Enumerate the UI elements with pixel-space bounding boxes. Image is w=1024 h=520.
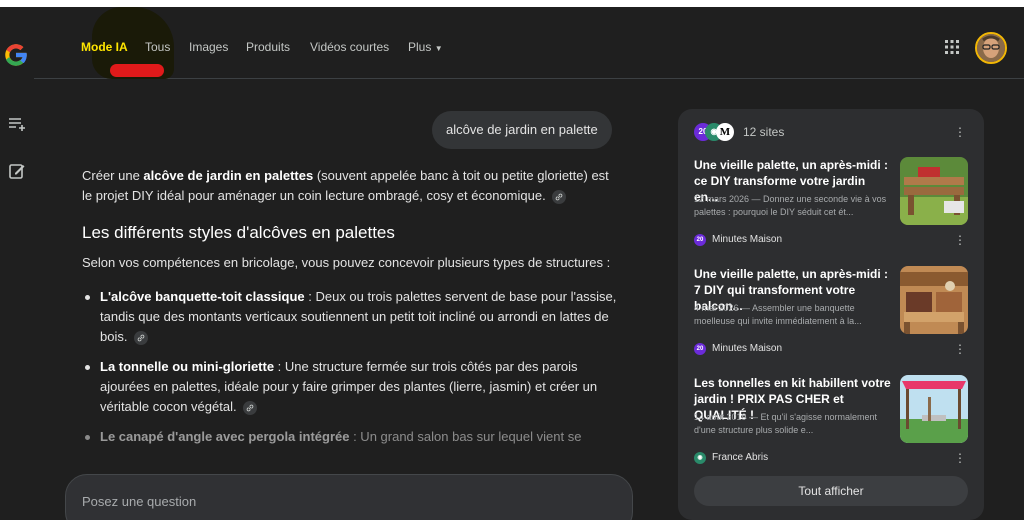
new-thread-icon[interactable]	[7, 114, 27, 134]
question-input[interactable]	[82, 489, 602, 513]
source-card[interactable]: Les tonnelles en kit habillent votre jar…	[694, 375, 970, 467]
highlight-underline	[110, 64, 164, 77]
card-snippet: 14 août 2019 — Et qu'il s'agisse normale…	[694, 412, 878, 435]
source-card[interactable]: Une vieille palette, un après-midi : 7 D…	[694, 266, 970, 358]
avatar-face-icon	[977, 34, 1005, 62]
sources-more-icon[interactable]: ⋮	[954, 125, 966, 139]
intro-text-1: Créer une	[82, 168, 144, 183]
sources-panel: 20 ◉ M 12 sites ⋮ Une vieille palette, u…	[678, 109, 984, 520]
card-more-icon[interactable]: ⋮	[954, 342, 966, 356]
ask-box	[65, 474, 633, 520]
caret-down-icon: ▼	[434, 44, 443, 53]
answer-heading: Les différents styles d'alcôves en palet…	[82, 223, 395, 242]
edit-icon[interactable]	[7, 161, 27, 181]
user-query-bubble: alcôve de jardin en palette	[432, 111, 612, 149]
card-snippet: 4 mai 2026 — Assembler une banquette moe…	[694, 303, 862, 326]
source-card[interactable]: Une vieille palette, un après-midi : ce …	[694, 157, 970, 249]
source-link-icon[interactable]	[243, 400, 258, 415]
source-link-icon[interactable]	[552, 189, 567, 204]
card-thumbnail[interactable]	[900, 157, 968, 225]
intro-bold: alcôve de jardin en palettes	[143, 168, 314, 183]
site-favicon: ◉	[694, 452, 706, 464]
source-favicons: 20 ◉ M	[694, 123, 738, 141]
list-item: La tonnelle ou mini-gloriette : Une stru…	[82, 357, 622, 417]
bullet-bold: Le canapé d'angle avec pergola intégrée	[100, 429, 350, 444]
card-more-icon[interactable]: ⋮	[954, 451, 966, 465]
answer-intro: Créer une alcôve de jardin en palettes (…	[82, 166, 622, 206]
avatar[interactable]	[975, 32, 1007, 64]
tab-tous[interactable]: Tous	[145, 40, 170, 54]
site-name: Minutes Maison	[712, 234, 783, 245]
tab-produits[interactable]: Produits	[246, 40, 290, 54]
tab-plus-label: Plus	[408, 40, 432, 54]
google-logo[interactable]	[2, 41, 30, 69]
source-link-icon[interactable]	[134, 330, 149, 345]
site-name: Minutes Maison	[712, 343, 783, 354]
answer-bullets: L'alcôve banquette-toit classique : Deux…	[82, 287, 622, 447]
ai-answer: Créer une alcôve de jardin en palettes (…	[82, 166, 622, 457]
site-favicon: 20	[694, 343, 706, 355]
card-thumbnail[interactable]	[900, 266, 968, 334]
list-item: Le canapé d'angle avec pergola intégrée …	[82, 427, 622, 447]
left-rail	[0, 7, 34, 520]
tab-images[interactable]: Images	[189, 40, 228, 54]
tab-mode-ia[interactable]: Mode IA	[81, 40, 128, 54]
top-border	[0, 0, 1024, 7]
sources-count: 12 sites	[743, 125, 785, 139]
answer-lead: Selon vos compétences en bricolage, vous…	[82, 255, 611, 270]
tab-videos-courtes[interactable]: Vidéos courtes	[310, 40, 389, 54]
list-item: L'alcôve banquette-toit classique : Deux…	[82, 287, 622, 347]
card-more-icon[interactable]: ⋮	[954, 233, 966, 247]
bullet-bold: La tonnelle ou mini-gloriette	[100, 359, 275, 374]
card-snippet: 12 mars 2026 — Donnez une seconde vie à …	[694, 194, 887, 217]
site-favicon: 20	[694, 234, 706, 246]
apps-grid-icon[interactable]	[945, 40, 959, 54]
show-all-button[interactable]: Tout afficher	[694, 476, 968, 506]
site-name: France Abris	[712, 452, 769, 463]
tab-plus[interactable]: Plus ▼	[408, 40, 443, 54]
card-thumbnail[interactable]	[900, 375, 968, 443]
bullet-text: : Un grand salon bas sur lequel vient se	[349, 429, 582, 444]
search-header: Mode IA Tous Images Produits Vidéos cour…	[34, 7, 1024, 79]
m-site-favicon: M	[716, 123, 734, 141]
bullet-bold: L'alcôve banquette-toit classique	[100, 289, 305, 304]
